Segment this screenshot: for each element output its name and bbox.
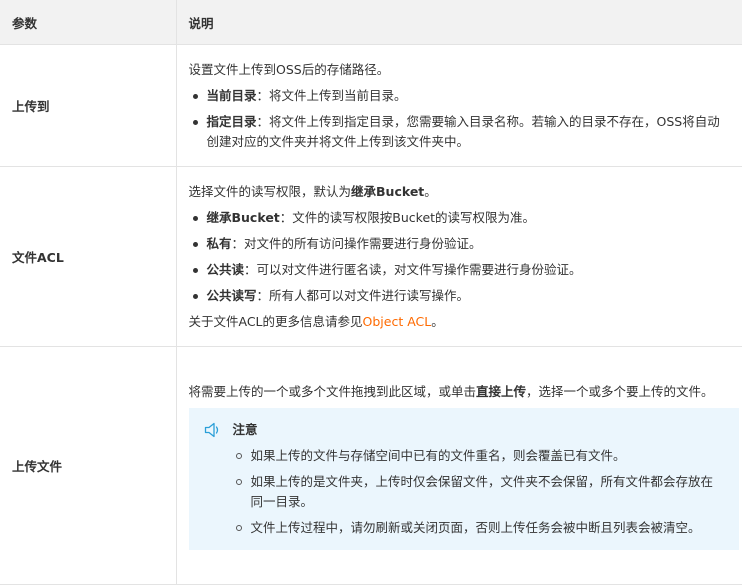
object-acl-link[interactable]: Object ACL	[363, 314, 432, 329]
option-term: 私有	[206, 235, 232, 251]
param-name-upload-file: 上传文件	[0, 346, 177, 585]
param-name-upload-to: 上传到	[0, 44, 177, 167]
option-term: 当前目录	[206, 87, 257, 103]
intro-text: 将需要上传的一个或多个文件拖拽到此区域，或单击	[188, 383, 477, 399]
row-intro: 将需要上传的一个或多个文件拖拽到此区域，或单击直接上传，选择一个或多个要上传的文…	[189, 382, 733, 402]
option-sep: ：	[256, 287, 270, 303]
list-item: 私有：对文件的所有访问操作需要进行身份验证。	[189, 234, 733, 254]
option-list: 继承Bucket：文件的读写权限按Bucket的读写权限为准。 私有：对文件的所…	[189, 208, 733, 306]
intro-text: ，选择一个或多个要上传的文件。	[526, 383, 714, 399]
list-item: 公共读写：所有人都可以对文件进行读写操作。	[189, 286, 733, 306]
notice-box: 注意 如果上传的文件与存储空间中已有的文件重名，则会覆盖已有文件。 如果上传的是…	[188, 407, 739, 550]
option-text: 将文件上传到指定目录，您需要输入目录名称。若输入的目录不存在，OSS将自动创建对…	[206, 113, 720, 149]
table-row: 文件ACL 选择文件的读写权限，默认为继承Bucket。 继承Bucket：文件…	[0, 166, 742, 347]
option-term: 公共读	[206, 261, 245, 277]
option-sep: ：	[231, 235, 245, 251]
list-item: 继承Bucket：文件的读写权限按Bucket的读写权限为准。	[189, 208, 733, 228]
row-outro: 关于文件ACL的更多信息请参见Object ACL。	[189, 312, 733, 332]
option-text: 将文件上传到当前目录。	[269, 87, 407, 103]
table-header-row: 参数 说明	[0, 0, 742, 45]
option-sep: ：	[256, 87, 270, 103]
option-text: 可以对文件进行匿名读，对文件写操作需要进行身份验证。	[256, 261, 582, 277]
outro-text: 。	[431, 313, 444, 329]
notice-header: 注意	[203, 420, 725, 440]
param-name-file-acl: 文件ACL	[0, 166, 177, 347]
option-term: 公共读写	[206, 287, 257, 303]
row-intro: 选择文件的读写权限，默认为继承Bucket。	[189, 182, 733, 202]
intro-text: 选择文件的读写权限，默认为	[188, 183, 352, 199]
param-desc-upload-file: 将需要上传的一个或多个文件拖拽到此区域，或单击直接上传，选择一个或多个要上传的文…	[176, 346, 742, 585]
param-desc-upload-to: 设置文件上传到OSS后的存储路径。 当前目录：将文件上传到当前目录。 指定目录：…	[176, 44, 742, 167]
table-row: 上传到 设置文件上传到OSS后的存储路径。 当前目录：将文件上传到当前目录。 指…	[0, 44, 742, 167]
header-param: 参数	[0, 0, 177, 45]
param-desc-file-acl: 选择文件的读写权限，默认为继承Bucket。 继承Bucket：文件的读写权限按…	[176, 166, 742, 347]
option-text: 文件的读写权限按Bucket的读写权限为准。	[292, 209, 536, 225]
list-item: 如果上传的是文件夹，上传时仅会保留文件，文件夹不会保留，所有文件都会存放在同一目…	[233, 472, 725, 512]
list-item: 公共读：可以对文件进行匿名读，对文件写操作需要进行身份验证。	[189, 260, 733, 280]
option-list: 当前目录：将文件上传到当前目录。 指定目录：将文件上传到指定目录，您需要输入目录…	[189, 86, 733, 152]
intro-bold: 直接上传	[476, 383, 527, 399]
list-item: 如果上传的文件与存储空间中已有的文件重名，则会覆盖已有文件。	[233, 446, 725, 466]
option-term: 继承Bucket	[206, 209, 280, 225]
speaker-icon	[204, 422, 218, 437]
option-term: 指定目录	[206, 113, 257, 129]
option-text: 所有人都可以对文件进行读写操作。	[269, 287, 470, 303]
header-description: 说明	[176, 0, 742, 45]
option-sep: ：	[279, 209, 293, 225]
intro-text: 。	[424, 183, 437, 199]
parameter-table: 参数 说明 上传到 设置文件上传到OSS后的存储路径。 当前目录：将文件上传到当…	[0, 0, 742, 585]
notice-title: 注意	[232, 421, 258, 437]
notice-list: 如果上传的文件与存储空间中已有的文件重名，则会覆盖已有文件。 如果上传的是文件夹…	[203, 446, 725, 538]
list-item: 当前目录：将文件上传到当前目录。	[189, 86, 733, 106]
list-item: 文件上传过程中，请勿刷新或关闭页面，否则上传任务会被中断且列表会被清空。	[233, 518, 725, 538]
intro-bold: 继承Bucket	[351, 183, 425, 199]
option-sep: ：	[244, 261, 257, 277]
row-intro: 设置文件上传到OSS后的存储路径。	[188, 61, 390, 77]
outro-text: 关于文件ACL的更多信息请参见	[188, 313, 363, 329]
list-item: 指定目录：将文件上传到指定目录，您需要输入目录名称。若输入的目录不存在，OSS将…	[189, 112, 733, 152]
option-text: 对文件的所有访问操作需要进行身份验证。	[244, 235, 482, 251]
option-sep: ：	[256, 113, 270, 129]
table-row: 上传文件 将需要上传的一个或多个文件拖拽到此区域，或单击直接上传，选择一个或多个…	[0, 346, 742, 585]
